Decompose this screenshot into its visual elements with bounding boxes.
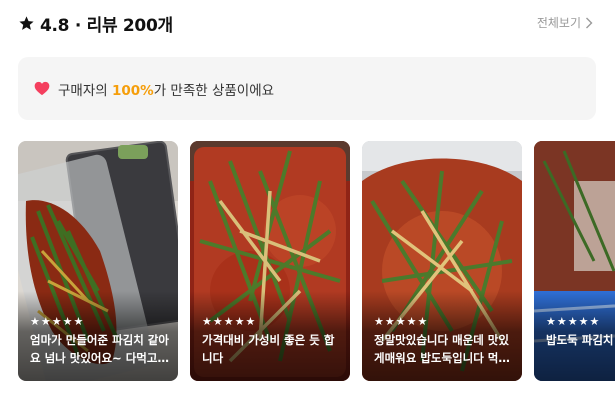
reviews-header: 4.8 · 리뷰 200개 전체보기: [18, 10, 597, 36]
rating-summary: 4.8 · 리뷰 200개: [40, 15, 173, 36]
review-text: 밥도둑 파김치 뚝딱~~~!!: [546, 333, 615, 347]
review-text: 가격대비 가성비 좋은 듯 합니다: [202, 333, 335, 365]
satisfaction-banner: 구매자의 100%가 만족한 상품이에요: [18, 57, 596, 120]
satisfaction-percent: 100%: [111, 82, 154, 99]
see-all-link[interactable]: 전체보기: [537, 14, 593, 31]
review-text: 엄마가 만들어준 파김치 같아요 넘나 맛있어요~ 다먹고 ...: [30, 333, 169, 365]
chevron-right-icon: [586, 17, 593, 28]
review-photo-carousel: ★★★★★ 엄마가 만들어준 파김치 같아요 넘나 맛있어요~ 다먹고 ... …: [18, 141, 615, 381]
review-card[interactable]: ★★★★★ 가격대비 가성비 좋은 듯 합니다: [190, 141, 350, 381]
see-all-label: 전체보기: [536, 16, 581, 30]
review-stars: ★★★★★: [374, 315, 429, 328]
star-icon: [19, 15, 34, 30]
review-stars: ★★★★★: [546, 315, 601, 328]
satisfaction-suffix: 가 만족한 상품이에요: [153, 82, 275, 99]
review-stars: ★★★★★: [202, 315, 257, 328]
review-stars: ★★★★★: [30, 315, 85, 328]
review-card[interactable]: ★★★★★ 정말맛있습니다 매운데 맛있게매워요 밥도둑입니다 먹으...: [362, 141, 522, 381]
review-text: 정말맛있습니다 매운데 맛있게매워요 밥도둑입니다 먹으...: [374, 333, 509, 365]
satisfaction-text: 구매자의 100%가 만족한 상품이에요: [58, 79, 274, 99]
satisfaction-prefix: 구매자의: [58, 82, 112, 99]
heart-icon: [34, 81, 50, 96]
review-card[interactable]: ★★★★★ 밥도둑 파김치 뚝딱~~~!!: [534, 141, 615, 381]
review-card[interactable]: ★★★★★ 엄마가 만들어준 파김치 같아요 넘나 맛있어요~ 다먹고 ...: [18, 141, 178, 381]
